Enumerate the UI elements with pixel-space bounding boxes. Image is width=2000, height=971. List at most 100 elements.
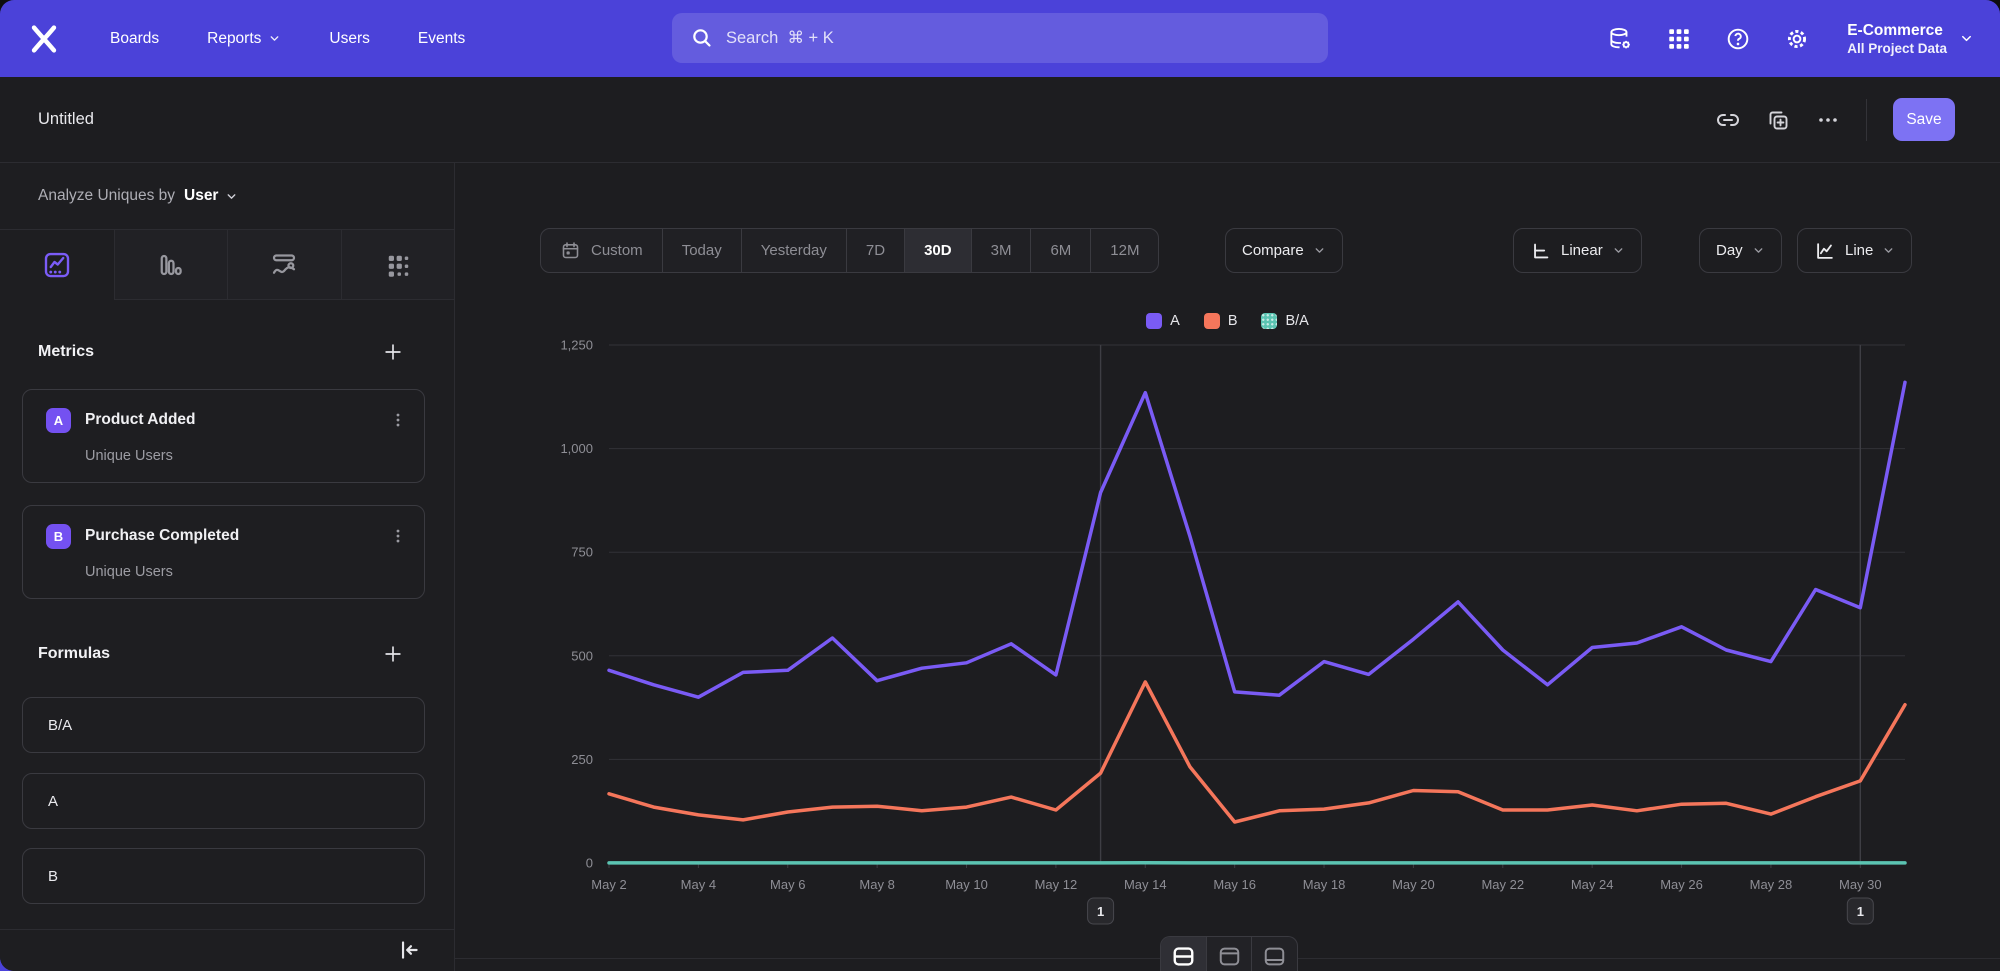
range-3m[interactable]: 3M xyxy=(972,229,1032,272)
svg-text:May 4: May 4 xyxy=(681,877,716,892)
formulas-header: Formulas xyxy=(38,637,404,671)
range-7d[interactable]: 7D xyxy=(847,229,905,272)
svg-text:May 22: May 22 xyxy=(1481,877,1524,892)
metric-name: Purchase Completed xyxy=(85,527,388,545)
analyze-by-label: Analyze Uniques by xyxy=(38,187,175,205)
search-icon xyxy=(690,26,714,50)
tab-funnels[interactable] xyxy=(114,230,228,300)
layout-toggle-group xyxy=(1160,936,1298,971)
annotation-badge[interactable]: 1 xyxy=(1088,898,1114,924)
chevron-down-icon xyxy=(225,190,238,203)
range-yesterday[interactable]: Yesterday xyxy=(742,229,847,272)
layout-table-view-button[interactable] xyxy=(1252,937,1297,971)
trend-line-chart[interactable]: 02505007501,0001,25011May 2May 4May 6May… xyxy=(455,338,2000,958)
annotation-badge[interactable]: 1 xyxy=(1847,898,1873,924)
svg-text:1,250: 1,250 xyxy=(560,338,593,353)
date-range-control: CustomTodayYesterday7D30D3M6M12M xyxy=(540,228,1159,273)
layout-chart-view-button[interactable] xyxy=(1207,937,1253,971)
nav-item-events[interactable]: Events xyxy=(418,30,465,48)
formula-card[interactable]: B xyxy=(22,848,425,904)
svg-text:May 30: May 30 xyxy=(1839,877,1882,892)
mixpanel-logo-icon[interactable] xyxy=(26,21,62,57)
series-line-a xyxy=(609,382,1905,697)
svg-text:1: 1 xyxy=(1097,904,1104,919)
metric-badge: A xyxy=(46,408,71,433)
interval-button[interactable]: Day xyxy=(1699,228,1782,273)
svg-text:May 2: May 2 xyxy=(591,877,626,892)
tab-retention[interactable] xyxy=(341,230,455,300)
calendar-icon xyxy=(560,240,581,261)
add-formula-icon[interactable] xyxy=(382,643,404,665)
svg-text:May 28: May 28 xyxy=(1750,877,1793,892)
legend-swatch xyxy=(1261,313,1277,329)
tab-flows[interactable] xyxy=(227,230,341,300)
report-title[interactable]: Untitled xyxy=(38,110,94,129)
layout-split-view-button[interactable] xyxy=(1161,937,1207,971)
formula-label: B xyxy=(48,868,58,885)
settings-gear-icon[interactable] xyxy=(1784,26,1810,52)
nav-menu: Boards Reports Users Events xyxy=(110,30,465,48)
project-name: E-Commerce xyxy=(1847,21,1947,40)
svg-text:May 12: May 12 xyxy=(1035,877,1078,892)
chart-type-button[interactable]: Line xyxy=(1797,228,1912,273)
nav-item-reports[interactable]: Reports xyxy=(207,30,281,48)
more-options-icon[interactable] xyxy=(1816,108,1840,132)
formulas-title: Formulas xyxy=(38,645,110,663)
legend-item[interactable]: B xyxy=(1204,313,1238,329)
compare-label: Compare xyxy=(1242,242,1304,259)
legend-item[interactable]: A xyxy=(1146,313,1180,329)
scale-button[interactable]: Linear xyxy=(1513,228,1642,273)
metric-name: Product Added xyxy=(85,411,388,429)
svg-text:May 20: May 20 xyxy=(1392,877,1435,892)
svg-text:May 8: May 8 xyxy=(859,877,894,892)
analyze-by-value: User xyxy=(184,187,218,205)
divider xyxy=(1866,99,1867,141)
chevron-down-icon xyxy=(1313,244,1326,257)
save-button[interactable]: Save xyxy=(1893,98,1955,141)
add-metric-icon[interactable] xyxy=(382,341,404,363)
report-header: Untitled Save xyxy=(0,77,2000,163)
metrics-header: Metrics xyxy=(38,335,404,369)
range-12m[interactable]: 12M xyxy=(1091,229,1158,272)
metric-subtitle: Unique Users xyxy=(85,564,173,580)
legend-swatch xyxy=(1146,313,1162,329)
metric-card[interactable]: B Purchase Completed Unique Users xyxy=(22,505,425,599)
range-custom[interactable]: Custom xyxy=(541,229,663,272)
copy-link-icon[interactable] xyxy=(1716,108,1740,132)
nav-item-users[interactable]: Users xyxy=(329,30,369,48)
data-management-icon[interactable] xyxy=(1607,26,1633,52)
range-30d[interactable]: 30D xyxy=(905,229,972,272)
metric-subtitle: Unique Users xyxy=(85,448,173,464)
report-type-tabs xyxy=(0,230,454,300)
metric-card[interactable]: A Product Added Unique Users xyxy=(22,389,425,483)
compare-button[interactable]: Compare xyxy=(1225,228,1343,273)
scale-label: Linear xyxy=(1561,242,1603,259)
legend-swatch xyxy=(1204,313,1220,329)
kebab-menu-icon[interactable] xyxy=(388,526,408,546)
analyze-by-row: Analyze Uniques by User xyxy=(0,163,454,230)
formula-label: A xyxy=(48,793,58,810)
svg-text:May 16: May 16 xyxy=(1213,877,1256,892)
tab-insights[interactable] xyxy=(0,230,114,300)
legend-item[interactable]: B/A xyxy=(1261,313,1308,329)
nav-item-boards[interactable]: Boards xyxy=(110,30,159,48)
project-selector[interactable]: E-Commerce All Project Data xyxy=(1847,21,1974,55)
duplicate-icon[interactable] xyxy=(1766,108,1790,132)
help-icon[interactable] xyxy=(1725,26,1751,52)
interval-label: Day xyxy=(1716,242,1743,259)
metric-badge: B xyxy=(46,524,71,549)
legend-label: A xyxy=(1170,313,1180,329)
divider xyxy=(0,929,454,930)
formula-card[interactable]: B/A xyxy=(22,697,425,753)
search-input[interactable] xyxy=(672,13,1328,63)
formula-card[interactable]: A xyxy=(22,773,425,829)
collapse-sidebar-icon[interactable] xyxy=(396,937,422,963)
svg-text:1: 1 xyxy=(1857,904,1864,919)
range-today[interactable]: Today xyxy=(663,229,742,272)
kebab-menu-icon[interactable] xyxy=(388,410,408,430)
legend-label: B xyxy=(1228,313,1238,329)
apps-grid-icon[interactable] xyxy=(1666,26,1692,52)
legend-label: B/A xyxy=(1285,313,1308,329)
range-6m[interactable]: 6M xyxy=(1031,229,1091,272)
analyze-by-selector[interactable]: User xyxy=(184,187,238,205)
